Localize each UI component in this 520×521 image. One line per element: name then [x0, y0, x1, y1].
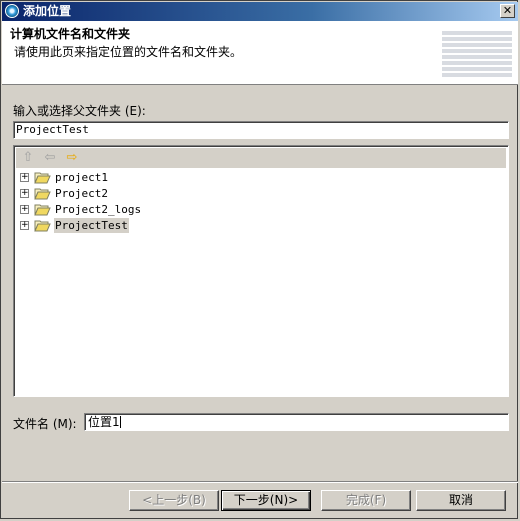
folder-open-icon [34, 220, 51, 232]
file-name-label: 文件名 (M): [13, 417, 77, 431]
text-caret [119, 416, 121, 428]
cancel-button[interactable]: 取消 [416, 490, 506, 511]
banner-title: 计算机文件名和文件夹 [10, 27, 131, 41]
close-icon[interactable]: ✕ [500, 4, 515, 18]
tree-item-label: Project2_logs [55, 203, 142, 216]
folder-open-icon [34, 188, 51, 200]
tree-item-label: project1 [55, 171, 108, 184]
banner-description: 请使用此页来指定位置的文件名和文件夹。 [14, 45, 243, 59]
tree-item-label: ProjectTest [54, 218, 129, 233]
add-location-dialog: 添加位置 ✕ 计算机文件名和文件夹 请使用此页来指定位置的文件名和文件夹。 输入… [0, 0, 518, 519]
app-icon [5, 4, 19, 18]
expand-icon[interactable]: + [20, 189, 29, 198]
finish-button[interactable]: 完成(F) [321, 490, 411, 511]
forward-arrow-icon[interactable]: ⇨ [64, 151, 80, 165]
go-up-icon[interactable]: ⇧ [20, 151, 36, 165]
file-name-input[interactable]: 位置1 [84, 413, 509, 431]
tree-toolbar: ⇧ ⇦ ⇨ [16, 148, 506, 168]
next-button[interactable]: 下一步(N)> [221, 490, 311, 511]
folder-open-icon [34, 172, 51, 184]
window-title: 添加位置 [23, 4, 72, 18]
footer-divider [2, 481, 518, 483]
folder-tree-panel[interactable]: ⇧ ⇦ ⇨ + project1 + Project2 + Project2_l… [13, 145, 509, 397]
folder-open-icon [34, 204, 51, 216]
expand-icon[interactable]: + [20, 173, 29, 182]
parent-folder-label: 输入或选择父文件夹 (E): [13, 104, 146, 118]
wizard-banner: 计算机文件名和文件夹 请使用此页来指定位置的文件名和文件夹。 [2, 21, 518, 85]
parent-folder-input[interactable]: ProjectTest [13, 121, 509, 139]
banner-graphic [442, 31, 512, 79]
back-arrow-icon[interactable]: ⇦ [42, 151, 58, 165]
title-bar[interactable]: 添加位置 ✕ [2, 2, 518, 21]
back-button[interactable]: <上一步(B) [129, 490, 219, 511]
file-name-value: 位置1 [88, 415, 120, 429]
expand-icon[interactable]: + [20, 205, 29, 214]
tree-item-label: Project2 [55, 187, 108, 200]
expand-icon[interactable]: + [20, 221, 29, 230]
